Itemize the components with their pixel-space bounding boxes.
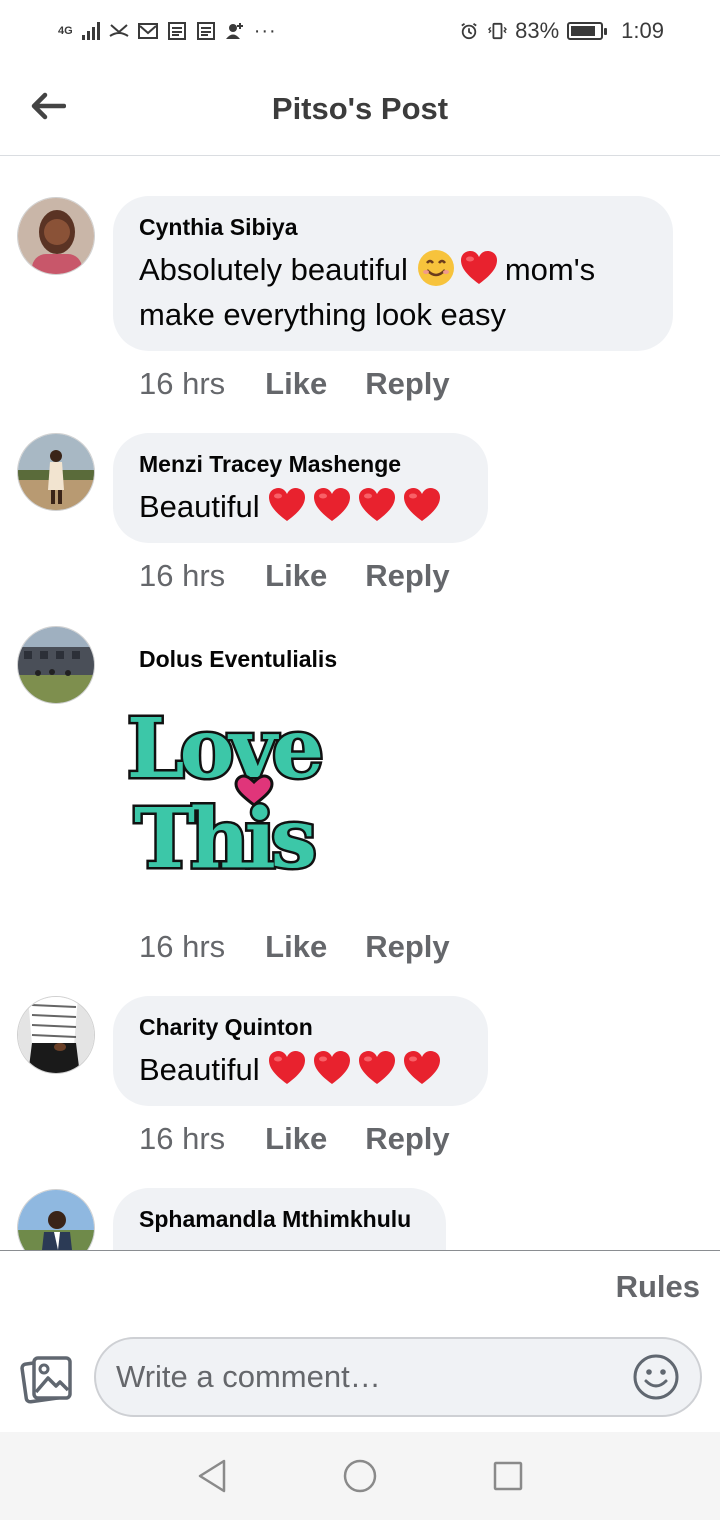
- mail-icon: [137, 23, 158, 39]
- reply-button[interactable]: Reply: [365, 1121, 449, 1157]
- rules-link[interactable]: Rules: [616, 1269, 700, 1305]
- comment-time[interactable]: 16 hrs: [139, 929, 225, 965]
- reply-button[interactable]: Reply: [365, 366, 449, 402]
- network-type: 4G: [58, 25, 73, 37]
- comment-author[interactable]: Cynthia Sibiya: [139, 214, 647, 241]
- signal-icon: [81, 22, 100, 40]
- comment-time[interactable]: 16 hrs: [139, 558, 225, 594]
- like-button[interactable]: Like: [265, 1121, 327, 1157]
- status-left-icons: 4G ···: [58, 20, 277, 43]
- comment-bubble[interactable]: Charity Quinton Beautiful: [113, 996, 488, 1106]
- heart-emoji-icon: [314, 488, 351, 521]
- like-button[interactable]: Like: [265, 366, 327, 402]
- heart-emoji-icon: [460, 251, 497, 284]
- comment-author[interactable]: Menzi Tracey Mashenge: [139, 451, 462, 478]
- sticker-line-1: Love: [127, 701, 321, 797]
- heart-emoji-icon: [314, 1051, 351, 1084]
- avatar[interactable]: [17, 626, 95, 704]
- reply-button[interactable]: Reply: [365, 558, 449, 594]
- triangle-back-icon: [198, 1459, 226, 1493]
- news-icon: [196, 22, 215, 40]
- comment-actions: 16 hrs Like Reply: [139, 366, 488, 402]
- emoji-icon[interactable]: [632, 1353, 680, 1401]
- avatar[interactable]: [17, 197, 95, 275]
- back-button[interactable]: [28, 86, 68, 126]
- comment-list[interactable]: Cynthia Sibiya Absolutely beautiful mom's…: [0, 157, 720, 1250]
- post-header: Pitso's Post: [0, 62, 720, 156]
- comment-author[interactable]: Charity Quinton: [139, 1014, 462, 1041]
- nav-recents-button[interactable]: [488, 1456, 528, 1496]
- add-contact-icon: [225, 23, 243, 39]
- square-recents-icon: [493, 1461, 523, 1491]
- comment-time[interactable]: 16 hrs: [139, 366, 225, 402]
- heart-emoji-icon: [359, 488, 396, 521]
- clock: 1:09: [621, 18, 664, 43]
- comment-input[interactable]: [116, 1359, 632, 1395]
- system-nav-bar: [0, 1432, 720, 1520]
- heart-emoji-icon: [269, 1051, 306, 1084]
- alarm-icon: [461, 23, 477, 40]
- vibrate-icon: [488, 22, 508, 40]
- status-bar: 4G ··· 83% 1:09: [0, 0, 720, 62]
- comment-actions: 16 hrs Like Reply: [139, 1121, 488, 1157]
- comment-actions: 16 hrs Like Reply: [139, 929, 488, 965]
- comment-input-container[interactable]: [94, 1337, 702, 1417]
- comment-bubble[interactable]: Menzi Tracey Mashenge Beautiful: [113, 433, 488, 543]
- smiling-emoji-icon: [417, 250, 454, 286]
- battery-percent: 83%: [515, 18, 560, 43]
- comment-text: Absolutely beautiful mom's make everythin…: [139, 247, 647, 337]
- heart-emoji-icon: [404, 1051, 441, 1084]
- avatar[interactable]: [17, 996, 95, 1074]
- page-title: Pitso's Post: [271, 90, 449, 126]
- comment-bubble[interactable]: Sphamandla Mthimkhulu: [113, 1188, 446, 1250]
- like-button[interactable]: Like: [265, 929, 327, 965]
- comment-author[interactable]: Sphamandla Mthimkhulu: [139, 1206, 420, 1233]
- reply-button[interactable]: Reply: [365, 929, 449, 965]
- love-this-sticker[interactable]: Love This: [113, 687, 333, 873]
- more-icon: ···: [253, 19, 277, 42]
- heart-emoji-icon: [359, 1051, 396, 1084]
- comment-text: Beautiful: [139, 484, 462, 529]
- photo-attach-icon[interactable]: [20, 1352, 74, 1406]
- battery-icon: [567, 22, 608, 40]
- back-arrow-icon: [31, 92, 66, 120]
- missed-call-icon: [109, 24, 129, 37]
- comment-author[interactable]: Dolus Eventulialis: [139, 646, 337, 673]
- comment-text: Beautiful: [139, 1047, 462, 1092]
- avatar[interactable]: [17, 433, 95, 511]
- like-button[interactable]: Like: [265, 558, 327, 594]
- comment-composer: Rules: [0, 1250, 720, 1432]
- nav-home-button[interactable]: [340, 1456, 380, 1496]
- circle-home-icon: [343, 1459, 377, 1493]
- sticker-line-2: This: [134, 791, 314, 872]
- heart-emoji-icon: [404, 488, 441, 521]
- comment-time[interactable]: 16 hrs: [139, 1121, 225, 1157]
- news-icon: [167, 22, 186, 40]
- avatar[interactable]: [17, 1189, 95, 1250]
- comment-bubble[interactable]: Cynthia Sibiya Absolutely beautiful mom's…: [113, 196, 673, 351]
- heart-emoji-icon: [269, 488, 306, 521]
- comment-actions: 16 hrs Like Reply: [139, 558, 488, 594]
- status-right-icons: 83% 1:09: [459, 18, 664, 44]
- nav-back-button[interactable]: [192, 1456, 232, 1496]
